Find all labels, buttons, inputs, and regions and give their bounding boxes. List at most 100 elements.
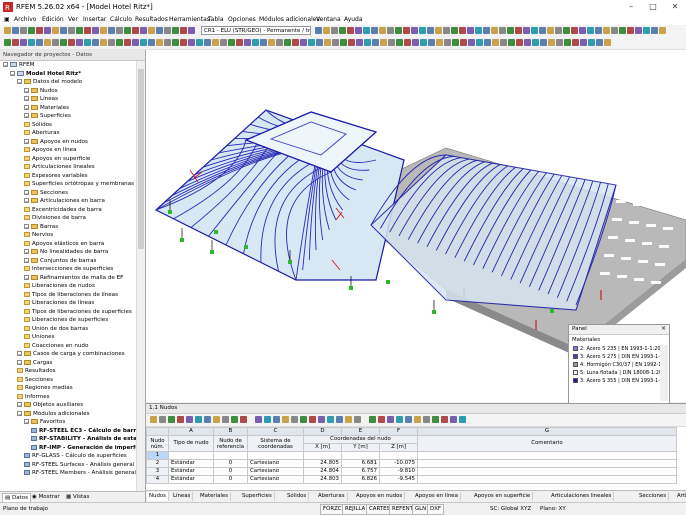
toolbar-main-right-tool-28-icon[interactable]: [531, 27, 538, 34]
toolbar-main-right-tool-41-icon[interactable]: [635, 27, 642, 34]
table-row[interactable]: 1: [146, 451, 677, 460]
toolbar-main-right-tool-11-icon[interactable]: [395, 27, 402, 34]
table-row[interactable]: 4 Estándar 0 Cartesiano 24.803 6.826 -9.545: [146, 475, 677, 484]
table-toolbar-tool-25-icon[interactable]: [378, 416, 385, 423]
tree-item[interactable]: − Materiales: [24, 104, 69, 113]
cell-sistema[interactable]: [247, 451, 304, 460]
cell-tipo[interactable]: Estándar: [168, 475, 214, 484]
toolbar-main-right-tool-30-icon[interactable]: [547, 27, 554, 34]
toolbar-main-tool-23-icon[interactable]: [180, 27, 187, 34]
status-btn-dxf[interactable]: DXF: [427, 504, 444, 515]
tree-expander-icon[interactable]: −: [24, 419, 29, 425]
tree-item[interactable]: − Articulaciones en barra: [24, 197, 105, 206]
toolbar-secondary-tool-74-icon[interactable]: [588, 39, 595, 46]
tree-item[interactable]: Uniones: [24, 333, 55, 342]
tree-item[interactable]: Apoyos en línea: [24, 146, 77, 155]
tree-item[interactable]: − Refinamientos de malla de EF: [24, 274, 123, 283]
toolbar-main-right-tool-44-icon[interactable]: [659, 27, 666, 34]
tree-item[interactable]: − Módulos adicionales: [17, 410, 89, 419]
status-btn-rejilla[interactable]: REJILLA: [342, 504, 369, 515]
cell-z[interactable]: -9.810: [379, 467, 418, 476]
menu-insertar[interactable]: Insertar: [83, 16, 106, 23]
toolbar-secondary-tool-54-icon[interactable]: [428, 39, 435, 46]
tree-expander-icon[interactable]: −: [24, 87, 29, 94]
toolbar-main-right-tool-40-icon[interactable]: [627, 27, 634, 34]
table-toolbar-tool-2-icon[interactable]: [159, 416, 166, 423]
tree-item[interactable]: Articulaciones lineales: [24, 163, 95, 172]
cell-y[interactable]: 6.757: [341, 467, 380, 476]
cell-y[interactable]: 6.681: [341, 459, 380, 468]
tree-item[interactable]: − Secciones: [24, 189, 68, 198]
table-toolbar-tool-34-icon[interactable]: [459, 416, 466, 423]
tree-item[interactable]: RF-STEEL Surfaces - Análisis general c: [24, 461, 136, 470]
toolbar-main-right-tool-4-icon[interactable]: [339, 27, 346, 34]
toolbar-secondary-tool-2-icon[interactable]: [12, 39, 19, 46]
cell-z[interactable]: -9.545: [379, 475, 418, 484]
toolbar-secondary-tool-7-icon[interactable]: [52, 39, 59, 46]
toolbar-secondary-tool-8-icon[interactable]: [60, 39, 67, 46]
cell-comentario[interactable]: [417, 467, 677, 476]
table-toolbar-tool-15-icon[interactable]: [282, 416, 289, 423]
toolbar-secondary-tool-68-icon[interactable]: [540, 39, 547, 46]
table-tab[interactable]: Sólidos: [285, 492, 310, 501]
table-toolbar-tool-33-icon[interactable]: [450, 416, 457, 423]
toolbar-secondary-tool-65-icon[interactable]: [516, 39, 523, 46]
table-toolbar-tool-5-icon[interactable]: [186, 416, 193, 423]
toolbar-main-tool-4-icon[interactable]: [28, 27, 35, 34]
cell-x[interactable]: [303, 451, 342, 460]
table-toolbar-tool-6-icon[interactable]: [195, 416, 202, 423]
table-row[interactable]: 2 Estándar 0 Cartesiano 24.805 6.681 -10.075: [146, 459, 677, 468]
tree-item[interactable]: Excentricidades de barra: [24, 206, 102, 215]
toolbar-main-tool-8-icon[interactable]: [60, 27, 67, 34]
tree-item[interactable]: Apoyos en superficie: [24, 155, 90, 164]
tree-item[interactable]: Divisiones de barra: [24, 214, 86, 223]
toolbar-secondary-tool-43-icon[interactable]: [340, 39, 347, 46]
cell-sistema[interactable]: Cartesiano: [247, 475, 304, 484]
tree-expander-icon[interactable]: −: [17, 79, 22, 85]
toolbar-main-tool-19-icon[interactable]: [148, 27, 155, 34]
toolbar-secondary-tool-30-icon[interactable]: [236, 39, 243, 46]
table-toolbar-tool-12-icon[interactable]: [255, 416, 262, 423]
col-letter-f[interactable]: F: [379, 427, 418, 436]
toolbar-main-tool-11-icon[interactable]: [84, 27, 91, 34]
table-tab[interactable]: Articulaciones lineales: [549, 492, 615, 501]
toolbar-main-tool-17-icon[interactable]: [132, 27, 139, 34]
toolbar-secondary-tool-44-icon[interactable]: [348, 39, 355, 46]
tree-item[interactable]: − Superficies: [24, 112, 71, 121]
toolbar-secondary-tool-3-icon[interactable]: [20, 39, 27, 46]
tree-expander-icon[interactable]: −: [24, 189, 29, 196]
tree-item[interactable]: − Casos de carga y combinaciones: [17, 350, 125, 359]
tree-item[interactable]: − Nudos: [24, 87, 58, 96]
table-tab[interactable]: Secciones: [637, 492, 670, 501]
toolbar-secondary-tool-71-icon[interactable]: [564, 39, 571, 46]
toolbar-main-right-tool-18-icon[interactable]: [451, 27, 458, 34]
toolbar-main-right-tool-3-icon[interactable]: [331, 27, 338, 34]
toolbar-main-right-tool-12-icon[interactable]: [403, 27, 410, 34]
toolbar-secondary-tool-18-icon[interactable]: [140, 39, 147, 46]
table-toolbar-tool-30-icon[interactable]: [423, 416, 430, 423]
table-tab[interactable]: Apoyos en línea: [413, 492, 461, 501]
table-toolbar-tool-16-icon[interactable]: [291, 416, 298, 423]
toolbar-secondary-tool-12-icon[interactable]: [92, 39, 99, 46]
navigator-scroll-thumb[interactable]: [138, 69, 144, 249]
toolbar-main-right-tool-39-icon[interactable]: [619, 27, 626, 34]
table-toolbar-tool-8-icon[interactable]: [213, 416, 220, 423]
tree-item[interactable]: Informes: [17, 393, 50, 402]
table-tab[interactable]: Apoyos en nudos: [354, 492, 406, 501]
toolbar-secondary-tool-63-icon[interactable]: [500, 39, 507, 46]
table-toolbar-tool-22-icon[interactable]: [345, 416, 352, 423]
toolbar-secondary-tool-61-icon[interactable]: [484, 39, 491, 46]
menu-edicion[interactable]: Edición: [42, 16, 64, 23]
toolbar-secondary-tool-62-icon[interactable]: [492, 39, 499, 46]
table-toolbar-tool-31-icon[interactable]: [432, 416, 439, 423]
toolbar-secondary-tool-19-icon[interactable]: [148, 39, 155, 46]
toolbar-main-tool-1-icon[interactable]: [4, 27, 11, 34]
tree-item[interactable]: − Favoritos: [24, 418, 65, 427]
tree-item[interactable]: Coacciones en nudo: [24, 342, 88, 351]
menu-tabla[interactable]: Tabla: [208, 16, 224, 23]
minimize-button[interactable]: –: [620, 0, 642, 14]
toolbar-main-tool-12-icon[interactable]: [92, 27, 99, 34]
menu-ver[interactable]: Ver: [68, 16, 78, 23]
toolbar-main-right-tool-22-icon[interactable]: [483, 27, 490, 34]
toolbar-main-right-tool-27-icon[interactable]: [523, 27, 530, 34]
